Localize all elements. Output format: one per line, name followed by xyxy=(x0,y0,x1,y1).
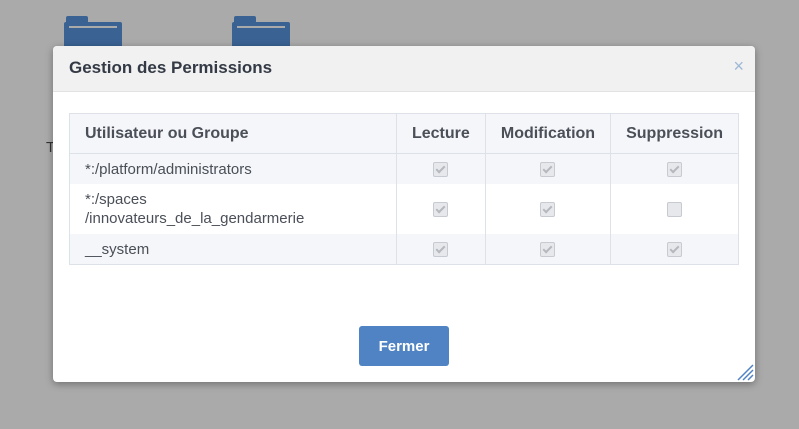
delete-checkbox[interactable] xyxy=(667,162,683,178)
permissions-modal: Gestion des Permissions × Utilisateur ou… xyxy=(53,46,755,382)
table-row: *:/spaces /innovateurs_de_la_gendarmerie xyxy=(69,184,739,234)
row-user-cell: *:/spaces /innovateurs_de_la_gendarmerie xyxy=(69,184,397,234)
user-name: __system xyxy=(85,240,150,258)
permissions-table: Utilisateur ou Groupe Lecture Modificati… xyxy=(69,113,739,265)
resize-handle-icon[interactable] xyxy=(736,363,754,381)
row-user-cell: *:/platform/administrators xyxy=(69,153,397,184)
folder-icon[interactable] xyxy=(232,16,290,48)
column-header-modify: Modification xyxy=(484,113,612,154)
table-row: __system xyxy=(69,234,739,265)
modify-checkbox[interactable] xyxy=(540,162,556,178)
close-button[interactable]: Fermer xyxy=(359,326,449,366)
modify-checkbox[interactable] xyxy=(540,202,556,218)
table-row: *:/platform/administrators xyxy=(69,153,739,184)
row-user-cell: __system xyxy=(69,234,397,265)
column-header-delete: Suppression xyxy=(610,113,739,154)
column-header-read: Lecture xyxy=(395,113,486,154)
user-name: *:/platform/administrators xyxy=(85,160,252,178)
read-checkbox[interactable] xyxy=(433,242,449,258)
modal-header: Gestion des Permissions × xyxy=(53,46,755,92)
delete-checkbox[interactable] xyxy=(667,242,683,258)
user-name-continued: /innovateurs_de_la_gendarmerie xyxy=(85,210,305,227)
modify-checkbox[interactable] xyxy=(540,242,556,258)
delete-checkbox[interactable] xyxy=(667,202,683,218)
user-name: *:/spaces xyxy=(85,191,147,208)
read-checkbox[interactable] xyxy=(433,202,449,218)
folder-icon[interactable] xyxy=(64,16,122,48)
column-header-user: Utilisateur ou Groupe xyxy=(69,113,397,154)
table-header-row: Utilisateur ou Groupe Lecture Modificati… xyxy=(69,113,739,154)
read-checkbox[interactable] xyxy=(433,162,449,178)
modal-title: Gestion des Permissions xyxy=(69,58,273,77)
close-icon[interactable]: × xyxy=(733,56,744,76)
